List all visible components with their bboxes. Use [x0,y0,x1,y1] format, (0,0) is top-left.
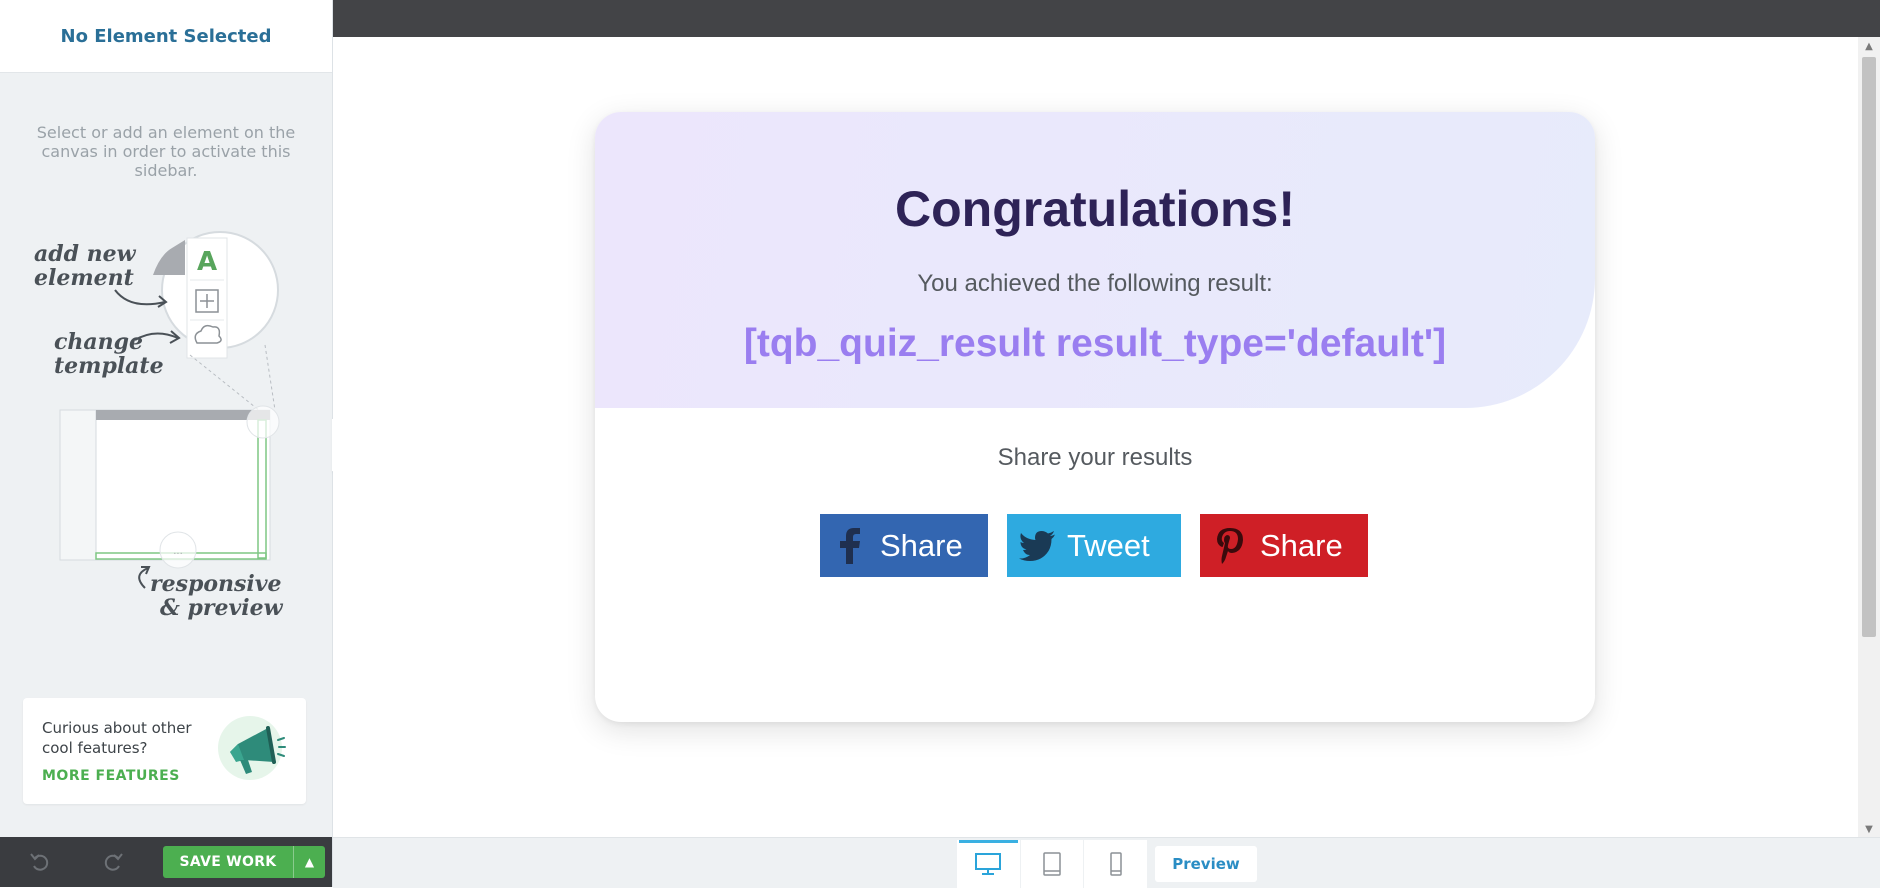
preview-button[interactable]: Preview [1155,846,1257,882]
promo-text: Curious about other cool features? [42,719,192,757]
illustration-text-template: template [54,353,164,379]
illustration-text-preview: & preview [160,595,283,621]
illustration-text-element: element [34,265,134,291]
device-preview-bar: Preview [333,837,1880,888]
desktop-view-button[interactable] [957,840,1020,888]
twitter-icon [1007,530,1067,561]
twitter-tweet-button[interactable]: Tweet [1007,514,1181,577]
megaphone-icon [218,716,286,780]
mobile-view-button[interactable] [1083,840,1147,888]
twitter-tweet-label: Tweet [1067,527,1150,563]
facebook-share-button[interactable]: Share [820,514,988,577]
device-switcher [957,840,1147,888]
scroll-thumb[interactable] [1862,57,1876,637]
more-features-link[interactable]: MORE FEATURES [42,768,180,784]
sidebar-description: Select or add an element on the canvas i… [36,123,296,180]
result-subtitle[interactable]: You achieved the following result: [595,270,1595,298]
editor-sidebar: No Element Selected Select or add an ele… [0,0,333,887]
more-features-promo: Curious about other cool features? MORE … [23,698,306,804]
illustration-label-responsive: responsive & preview [150,572,283,620]
tablet-view-button[interactable] [1019,840,1084,888]
mobile-icon [1109,852,1122,876]
scroll-up-icon[interactable]: ▲ [1858,41,1880,52]
sidebar-illustration: A ... add new element change template re… [20,210,320,630]
sidebar-footer: SAVE WORK ▲ [0,837,332,887]
save-work-label: SAVE WORK [179,854,277,870]
congrats-heading[interactable]: Congratulations! [595,180,1595,238]
share-heading[interactable]: Share your results [595,444,1595,472]
illustration-label-add: add new element [34,242,136,290]
illustration-label-change: change template [54,330,164,378]
illustration-text-responsive: responsive [150,571,282,597]
sidebar-title: No Element Selected [60,25,272,47]
canvas-scrollbar[interactable]: ▲ ▼ [1858,37,1880,837]
sidebar-header: No Element Selected [0,0,332,73]
illustration-text-add-new: add new [34,241,136,267]
svg-text:...: ... [173,546,183,557]
scroll-down-icon[interactable]: ▼ [1858,824,1880,835]
result-shortcode[interactable]: [tqb_quiz_result result_type='default'] [595,322,1595,366]
chevron-up-icon[interactable]: ▲ [294,855,325,869]
quiz-results-card[interactable]: Congratulations! You achieved the follow… [595,112,1595,722]
facebook-icon [820,527,880,564]
facebook-share-label: Share [880,527,963,563]
tablet-icon [1043,852,1061,876]
desktop-icon [975,853,1002,875]
pinterest-share-button[interactable]: Share [1200,514,1368,577]
redo-icon[interactable] [100,849,126,875]
illustration-text-change: change [54,329,144,355]
svg-text:A: A [197,247,217,277]
canvas-top-bar [333,0,1880,37]
pinterest-icon [1200,527,1260,564]
pinterest-share-label: Share [1260,527,1343,563]
save-work-button[interactable]: SAVE WORK ▲ [163,846,325,878]
undo-icon[interactable] [27,849,53,875]
